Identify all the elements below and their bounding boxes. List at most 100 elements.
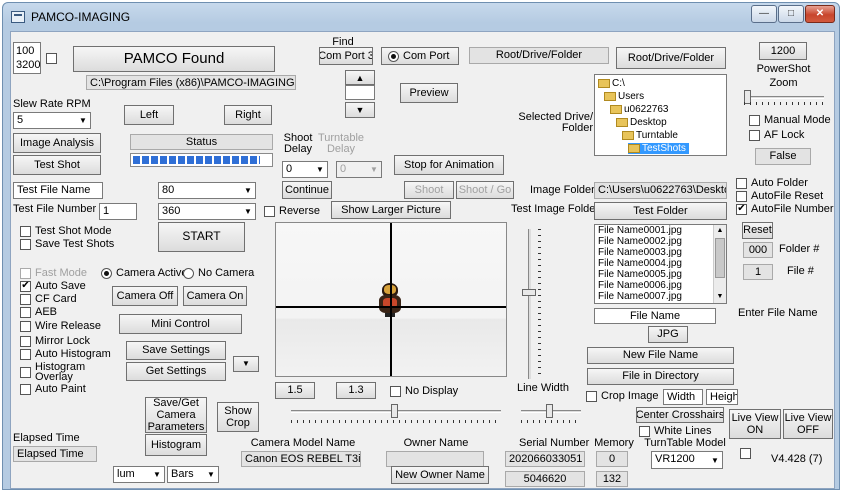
width-field[interactable]: Width <box>663 389 703 405</box>
wire-release-checkbox[interactable]: Wire Release <box>20 320 101 332</box>
turntable-delay-select[interactable]: 0 ▼ <box>336 161 382 178</box>
minimize-button[interactable]: — <box>751 5 777 23</box>
center-crosshairs-button[interactable]: Center Crosshairs <box>636 407 724 423</box>
preview-slider[interactable] <box>291 404 501 426</box>
test-file-name-field[interactable]: Test File Name <box>13 182 103 199</box>
shoot-go-button[interactable]: Shoot / Go <box>456 181 514 199</box>
lum-select[interactable]: lum ▼ <box>113 466 165 483</box>
live-view-on-button[interactable]: Live View ON <box>729 409 781 439</box>
manual-mode-checkbox[interactable]: Manual Mode <box>749 114 831 126</box>
rotate-right-button[interactable]: Right <box>224 105 272 125</box>
file-list-item[interactable]: File Name0003.jpg <box>595 247 726 258</box>
af-lock-checkbox[interactable]: AF Lock <box>749 129 804 141</box>
file-in-directory-button[interactable]: File in Directory <box>587 368 734 385</box>
rotate-left-button[interactable]: Left <box>124 105 174 125</box>
range-field[interactable]: 100 3200 <box>13 42 41 74</box>
root-drive-button[interactable]: Root/Drive/Folder <box>616 47 726 69</box>
file-list-item[interactable]: File Name0004.jpg <box>595 258 726 269</box>
aeb-checkbox[interactable]: AEB <box>20 306 57 318</box>
no-camera-radio[interactable]: No Camera <box>183 267 254 279</box>
folder-tree-item[interactable]: Turntable <box>622 130 681 141</box>
test-folder-button[interactable]: Test Folder <box>594 202 727 220</box>
title-bar[interactable]: PAMCO-IMAGING — □ ✕ <box>3 3 839 31</box>
folder-tree-item[interactable]: Users <box>604 91 647 102</box>
auto-histogram-checkbox[interactable]: Auto Histogram <box>20 348 111 360</box>
histogram-button[interactable]: Histogram <box>145 434 207 456</box>
com-port-radio-box[interactable]: Com Port <box>381 47 459 65</box>
reset-button[interactable]: Reset <box>742 222 773 239</box>
save-test-shots-checkbox[interactable]: Save Test Shots <box>20 238 114 250</box>
auto-paint-checkbox[interactable]: Auto Paint <box>20 383 86 395</box>
file-list-item[interactable]: File Name0005.jpg <box>595 269 726 280</box>
crop-image-checkbox[interactable]: Crop Image <box>586 390 658 402</box>
file-list-item[interactable]: File Name0007.jpg <box>595 291 726 302</box>
save-get-camera-parameters-button[interactable]: Save/Get Camera Parameters <box>145 397 207 433</box>
bars-select[interactable]: Bars ▼ <box>167 466 219 483</box>
new-file-name-button[interactable]: New File Name <box>587 347 734 364</box>
shoot-delay-select[interactable]: 0 ▼ <box>282 161 328 178</box>
auto-folder-checkbox[interactable]: Auto Folder <box>736 177 808 189</box>
jpg-button[interactable]: JPG <box>648 326 688 343</box>
camera-preview-image[interactable] <box>275 222 507 377</box>
file-name-field[interactable]: File Name <box>594 308 716 324</box>
maximize-button[interactable]: □ <box>778 5 804 23</box>
camera-off-button[interactable]: Camera Off <box>112 286 178 306</box>
stop-for-animation-button[interactable]: Stop for Animation <box>394 155 504 175</box>
zoom-1-3-button[interactable]: 1.3 <box>336 382 376 399</box>
autofile-numbering-checkbox[interactable]: ✔AutoFile Numbering <box>736 203 834 215</box>
mini-control-button[interactable]: Mini Control <box>119 314 242 334</box>
file-list-item[interactable]: File Name0006.jpg <box>595 280 726 291</box>
zoom-slider[interactable] <box>744 90 824 110</box>
range-checkbox[interactable] <box>46 53 61 64</box>
settings-dropdown-button[interactable]: ▼ <box>233 356 259 372</box>
live-view-off-button[interactable]: Live View OFF <box>783 409 833 439</box>
folder-tree-item[interactable]: Desktop <box>616 117 670 128</box>
com-port-button[interactable]: Com Port 3 <box>319 47 373 65</box>
folder-tree-item[interactable]: C:\ <box>598 78 628 89</box>
turntable-model-select[interactable]: VR1200 ▼ <box>651 451 723 469</box>
close-button[interactable]: ✕ <box>805 5 835 23</box>
folder-tree-item[interactable]: TestShots <box>628 143 689 154</box>
white-lines-checkbox[interactable]: White Lines <box>639 425 711 437</box>
folder-tree-item[interactable]: u0622763 <box>610 104 672 115</box>
height-field[interactable]: Height <box>706 389 738 405</box>
test-shot-button[interactable]: Test Shot <box>13 155 101 175</box>
new-owner-name-button[interactable]: New Owner Name <box>391 466 489 484</box>
file-list-item[interactable]: File Name0001.jpg <box>595 225 726 236</box>
live-view-checkbox[interactable] <box>740 448 755 459</box>
test-file-number-field[interactable]: 1 <box>99 203 137 220</box>
reverse-checkbox[interactable]: Reverse <box>264 205 320 217</box>
mirror-lock-checkbox[interactable]: Mirror Lock <box>20 335 90 347</box>
com-port-radio[interactable]: Com Port <box>388 50 449 62</box>
get-settings-button[interactable]: Get Settings <box>126 362 226 381</box>
degrees-select[interactable]: 360 ▼ <box>158 203 256 220</box>
show-larger-picture-button[interactable]: Show Larger Picture <box>331 201 451 219</box>
folder-tree[interactable]: C:\ Users u0622763 Desktop Turntable TestShot… <box>594 74 727 156</box>
spin-down-button[interactable]: ▼ <box>345 102 375 118</box>
continue-button[interactable]: Continue <box>282 181 332 199</box>
shoot-button[interactable]: Shoot <box>404 181 454 199</box>
file-list-scrollbar[interactable]: ▲ ▼ <box>713 225 726 303</box>
line-width-h-slider[interactable] <box>521 404 581 426</box>
show-crop-button[interactable]: Show Crop <box>217 402 259 432</box>
no-display-checkbox[interactable]: No Display <box>390 385 458 397</box>
histogram-overlay-checkbox[interactable]: Histogram Overlay <box>20 362 85 383</box>
auto-save-checkbox[interactable]: ✔ Auto Save <box>20 280 86 292</box>
save-settings-button[interactable]: Save Settings <box>126 341 226 360</box>
spin-up-button[interactable]: ▲ <box>345 70 375 85</box>
fast-mode-checkbox[interactable]: Fast Mode <box>20 267 87 279</box>
slew-rate-select[interactable]: 5 ▼ <box>13 112 91 129</box>
camera-active-radio[interactable]: Camera Active <box>101 267 188 279</box>
pamco-found-button[interactable]: PAMCO Found <box>73 46 275 72</box>
iso-value-button[interactable]: 1200 <box>759 42 807 60</box>
start-button[interactable]: START <box>158 222 245 252</box>
zoom-1-5-button[interactable]: 1.5 <box>275 382 315 399</box>
file-list-item[interactable]: File Name0002.jpg <box>595 236 726 247</box>
camera-on-button[interactable]: Camera On <box>183 286 247 306</box>
preview-button[interactable]: Preview <box>400 83 458 103</box>
test-shot-mode-checkbox[interactable]: Test Shot Mode <box>20 225 111 237</box>
line-width-slider[interactable] <box>522 229 544 379</box>
cf-card-checkbox[interactable]: CF Card <box>20 293 77 305</box>
autofile-reset-checkbox[interactable]: AutoFile Reset <box>736 190 823 202</box>
file-list[interactable]: ▲ ▼ File Name0001.jpg File Name0002.jpg Fil… <box>594 224 727 304</box>
